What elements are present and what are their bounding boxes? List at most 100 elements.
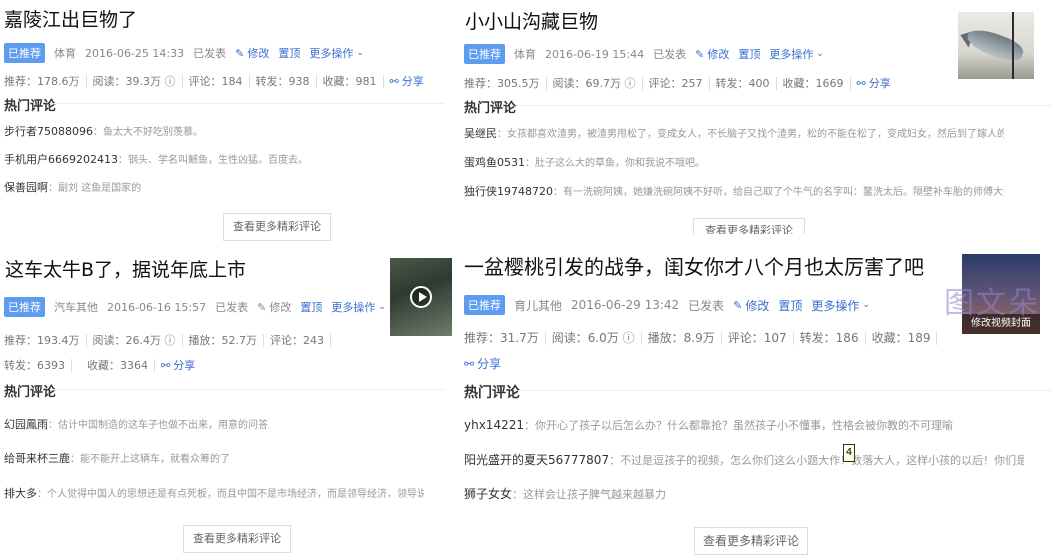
pin-button[interactable]: 置顶 [738,46,760,62]
share-button[interactable]: ⚯ 分享 [857,75,891,91]
play-icon[interactable] [410,286,432,308]
article-meta: 已推荐 育儿其他 2016-06-29 13:42 已发表 ✎ 修改 置顶 更多操… [464,295,879,315]
comment-item: 排大多：个人觉得中国人的思想还是有点死板，而且中国不是市场经济，而是领导经济，领… [4,487,424,500]
edit-button[interactable]: ✎ 修改 [733,297,769,314]
status-label: 已发表 [193,47,227,60]
more-comments-button[interactable]: 查看更多精彩评论 [183,525,291,553]
pencil-icon: ✎ [695,47,705,61]
divider [516,105,1052,106]
info-icon: ⓘ [164,74,176,88]
pencil-icon: ✎ [733,298,743,312]
comment-item: 阳光盛开的夏天56777807：不过是逗孩子的视频，怎么你们这么小题大作！数落大… [464,453,1024,467]
article-title[interactable]: 这车太牛B了，据说年底上市 [5,258,246,282]
stat-recommend: 推荐：193.4万 [4,334,87,347]
comment-item: 独行侠19748720：有一洗碗阿姨，她嫌洗碗阿姨不好听，给自己取了个牛气的名字… [464,185,1004,198]
recommended-badge: 已推荐 [4,43,45,63]
stat-read: 阅读：69.7万 ⓘ [553,76,643,90]
stat-read: 阅读：26.4万 ⓘ [93,334,183,347]
article-card-3: 这车太牛B了，据说年底上市 已推荐 汽车其他 2016-06-16 15:57 … [0,250,445,557]
share-icon: ⚯ [856,76,866,90]
recommended-badge: 已推荐 [464,295,505,315]
article-title[interactable]: 小小山沟藏巨物 [465,10,598,34]
article-stats: 推荐：305.5万 阅读：69.7万 ⓘ 评论：257 转发：400 收藏：16… [464,75,944,91]
status-label: 已发表 [215,301,249,314]
chevron-down-icon: ⌄ [378,302,386,312]
edit-button[interactable]: ✎ 修改 [257,299,291,315]
edit-button[interactable]: ✎ 修改 [235,45,269,61]
category-label: 汽车其他 [54,301,98,314]
stat-comments: 评论：107 [728,332,794,345]
stat-favorites: 收藏：3364 [87,358,155,372]
more-ops-dropdown[interactable]: 更多操作 ⌄ [811,297,870,314]
stat-forwards: 转发：400 [716,76,777,90]
stat-favorites: 收藏：1669 [783,76,851,90]
chevron-down-icon: ⌄ [816,49,824,59]
divider [50,389,445,390]
comment-item: 狮子女女：这样会让孩子脾气越来越暴力 [464,487,667,501]
more-comments-button[interactable]: 查看更多精彩评论 [693,218,805,234]
comment-item: 幻园鳳雨：估计中国制造的这车子也做不出来，用意的问答 [4,418,268,431]
stat-favorites: 收藏：981 [323,74,384,88]
comment-item: 手机用户6669202413：钢头、学名叫鳡鱼，生性凶猛。百度去。 [4,153,308,166]
more-ops-dropdown[interactable]: 更多操作 ⌄ [309,45,364,61]
share-button[interactable]: ⚯ 分享 [464,355,944,372]
more-ops-dropdown[interactable]: 更多操作 ⌄ [769,46,824,62]
article-card-1: 嘉陵江出巨物了 已推荐 体育 2016-06-25 14:33 已发表 ✎ 修改 … [0,0,445,250]
share-button[interactable]: ⚯ 分享 [390,73,424,89]
share-icon: ⚯ [161,358,171,372]
pin-button[interactable]: 置顶 [300,299,322,315]
category-label: 体育 [54,47,76,60]
chevron-down-icon: ⌄ [356,48,364,58]
stat-comments: 评论：257 [649,76,710,90]
publish-date: 2016-06-19 15:44 [545,47,645,61]
comment-item: yhx14221：你开心了孩子以后怎么办？什么都靠抢？虽然孩子小不懂事，性格会被… [464,418,953,432]
info-icon: ⓘ [164,334,176,347]
pencil-icon: ✎ [235,46,245,60]
stat-recommend: 推荐：178.6万 [4,74,87,88]
article-stats: 推荐：178.6万 阅读：39.3万 ⓘ 评论：184 转发：938 收藏：98… [4,73,444,89]
article-title[interactable]: 嘉陵江出巨物了 [4,8,137,32]
recommended-badge: 已推荐 [4,297,45,317]
recommended-badge: 已推荐 [464,44,505,64]
comment-item: 蛋鸡鱼0531：肚子这么大的草鱼，你和我说不哦吧。 [464,156,705,169]
share-icon: ⚯ [464,356,475,371]
comment-item: 吴继民：女孩都喜欢渣男，被渣男甩松了，变成女人，不长脑子又找个渣男，松的不能在松… [464,127,1004,140]
fish-thumbnail[interactable] [958,12,1034,79]
divider [50,103,445,104]
hot-comments-label: 热门评论 [464,101,517,116]
article-stats: 推荐：31.7万 阅读：6.0万 ⓘ 播放：8.9万 评论：107 转发：186… [464,332,944,372]
category-label: 体育 [514,48,536,61]
publish-date: 2016-06-29 13:42 [571,298,680,312]
chevron-down-icon: ⌄ [862,300,870,310]
share-icon: ⚯ [389,74,399,88]
stat-forwards: 转发：186 [800,332,866,345]
comment-item: 保善园啊：副刘 这鱼是国家的 [4,181,142,194]
stat-favorites: 收藏：189 [872,332,938,345]
stat-comments: 评论：243 [270,334,331,347]
car-video-thumbnail[interactable] [390,258,452,336]
comment-item: 给哥来杯三鹿：能不能开上这辆车，就看众筹的了 [4,452,230,465]
pin-button[interactable]: 置顶 [778,297,802,314]
publish-date: 2016-06-16 15:57 [107,300,207,314]
pin-button[interactable]: 置顶 [278,45,300,61]
divider [518,390,1052,391]
info-icon: ⓘ [622,331,635,345]
hot-comments-label: 热门评论 [4,385,57,400]
stat-forwards: 转发：6393 [4,358,72,372]
stat-read: 阅读：6.0万 ⓘ [552,332,642,345]
hot-comments-label: 热门评论 [464,385,520,401]
stat-plays: 播放：52.7万 [189,334,264,347]
article-meta: 已推荐 汽车其他 2016-06-16 15:57 已发表 ✎ 修改 置顶 更多操… [4,297,395,317]
stat-read: 阅读：39.3万 ⓘ [93,74,183,88]
share-button[interactable]: ⚯ 分享 [161,357,195,373]
more-comments-button[interactable]: 查看更多精彩评论 [223,213,331,241]
stat-recommend: 推荐：305.5万 [464,76,547,90]
article-title[interactable]: 一盆樱桃引发的战争，闺女你才八个月也太厉害了吧 [464,255,924,279]
category-label: 育儿其他 [514,298,563,313]
more-ops-dropdown[interactable]: 更多操作 ⌄ [331,299,386,315]
stat-forwards: 转发：938 [256,74,317,88]
marker-badge: 4 [843,444,855,462]
stat-recommend: 推荐：31.7万 [464,332,546,345]
more-comments-button[interactable]: 查看更多精彩评论 [694,527,808,555]
edit-button[interactable]: ✎ 修改 [695,46,729,62]
